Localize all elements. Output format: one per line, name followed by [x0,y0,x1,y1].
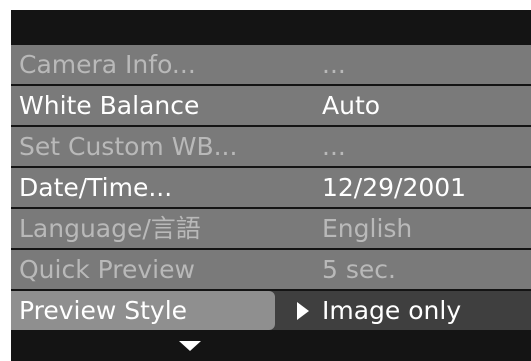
menu-item-label: Camera Info... [19,50,196,79]
camera-menu-screen: Camera Info... ... White Balance Auto Se… [11,10,531,361]
menu-item-label: Language/言語 [19,214,201,243]
menu-item-language[interactable]: Language/言語 English [11,209,531,248]
menu-item-white-balance[interactable]: White Balance Auto [11,86,531,125]
menu-item-label: Set Custom WB... [19,132,238,161]
menu-item-set-custom-wb[interactable]: Set Custom WB... ... [11,127,531,166]
menu-item-value: Image only [322,296,462,325]
menu-item-value: English [322,214,413,243]
menu-item-value: ... [322,132,346,161]
menu-item-preview-style[interactable]: Preview Style Image only [11,291,531,330]
settings-menu: Camera Info... ... White Balance Auto Se… [11,45,531,332]
menu-item-label: Date/Time... [19,173,173,202]
right-triangle-icon [297,302,309,320]
menu-item-label: Quick Preview [19,255,195,284]
menu-item-label: Preview Style [19,296,188,325]
menu-item-value: 5 sec. [322,255,396,284]
menu-item-label: White Balance [19,91,200,120]
menu-item-date-time[interactable]: Date/Time... 12/29/2001 [11,168,531,207]
menu-item-value: Auto [322,91,381,120]
menu-item-camera-info[interactable]: Camera Info... ... [11,45,531,84]
menu-item-value: ... [322,50,346,79]
down-triangle-icon[interactable] [179,341,201,351]
menu-item-value: 12/29/2001 [322,173,467,202]
menu-item-quick-preview[interactable]: Quick Preview 5 sec. [11,250,531,289]
